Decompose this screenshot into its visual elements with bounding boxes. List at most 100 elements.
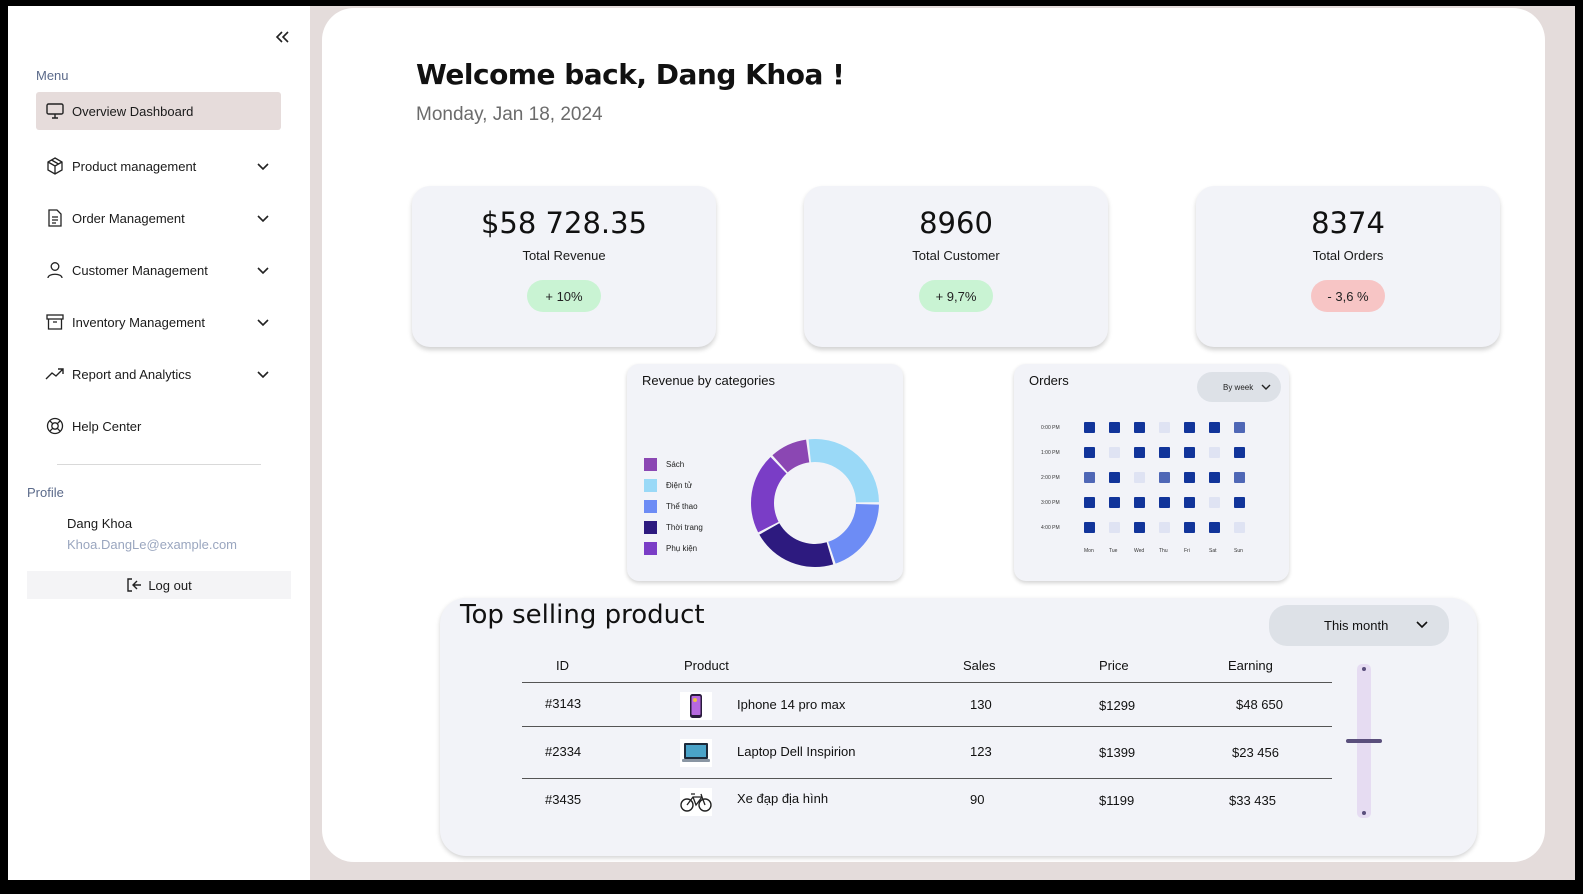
sidebar-item-help-center[interactable]: Help Center — [36, 407, 281, 445]
heatmap-cell — [1134, 497, 1145, 508]
donut-slice — [759, 523, 834, 567]
stat-label: Total Customer — [912, 248, 1000, 263]
donut-slice — [751, 456, 787, 533]
legend-label: Sách — [666, 460, 685, 469]
collapse-sidebar-button[interactable] — [270, 28, 294, 50]
logout-button[interactable]: Log out — [27, 571, 291, 599]
heatmap-cell — [1209, 522, 1220, 533]
stat-change-badge: + 9,7% — [919, 280, 993, 312]
legend-swatch — [644, 479, 657, 492]
heatmap-day-label: Wed — [1134, 548, 1145, 554]
heatmap-cell — [1159, 522, 1170, 533]
cell-price: $1199 — [1099, 793, 1135, 808]
cell-product-name: Iphone 14 pro max — [737, 697, 846, 712]
sidebar: Menu Overview Dashboard Product manageme… — [8, 6, 310, 880]
heatmap-cell — [1209, 497, 1220, 508]
cell-sales: 90 — [970, 792, 985, 807]
heatmap-cell — [1184, 522, 1195, 533]
revenue-by-categories-card: Revenue by categories Sách Điện tử Thể tha… — [627, 364, 903, 581]
stat-card-revenue: $58 728.35 Total Revenue + 10% — [412, 186, 716, 347]
sidebar-item-report-and-analytics[interactable]: Report and Analytics — [36, 355, 281, 393]
heatmap-cell — [1184, 447, 1195, 458]
heatmap-cell — [1084, 472, 1095, 483]
table-divider — [522, 726, 1332, 727]
chevron-down-icon — [257, 319, 269, 327]
chevron-down-icon — [1416, 621, 1428, 629]
heatmap-day-label: Sat — [1209, 548, 1217, 554]
document-icon — [45, 208, 65, 228]
sidebar-item-label: Report and Analytics — [72, 366, 192, 382]
column-header-id: ID — [556, 658, 569, 673]
donut-slice — [808, 439, 879, 503]
heatmap-cell — [1159, 422, 1170, 433]
cell-id: #3435 — [545, 792, 582, 807]
stat-value: $58 728.35 — [480, 206, 648, 240]
lifebuoy-icon — [45, 416, 65, 436]
period-select[interactable]: This month — [1269, 605, 1449, 646]
orders-heatmap-card: Orders By week 0:00 PM 1:00 PM 2:00 PM 3:00… — [1014, 364, 1289, 581]
heatmap-cell — [1109, 472, 1120, 483]
logout-icon — [127, 578, 142, 592]
column-header-earning: Earning — [1228, 658, 1273, 673]
heatmap-cell — [1184, 422, 1195, 433]
column-header-price: Price — [1099, 658, 1129, 673]
period-dropdown[interactable]: By week — [1197, 372, 1281, 402]
period-select-label: This month — [1324, 618, 1389, 633]
heatmap-cell — [1209, 447, 1220, 458]
cell-earning: $48 650 — [1236, 697, 1283, 712]
chart-title: Orders — [1029, 373, 1069, 388]
chevron-down-icon — [257, 163, 269, 171]
sidebar-item-customer-management[interactable]: Customer Management — [36, 251, 281, 289]
legend-item: Thể thao — [644, 500, 698, 513]
legend-swatch — [644, 542, 657, 555]
sidebar-item-inventory-management[interactable]: Inventory Management — [36, 303, 281, 341]
cell-price: $1399 — [1099, 745, 1136, 760]
stat-change-badge: + 10% — [527, 280, 601, 312]
cell-id: #2334 — [545, 744, 582, 759]
section-title: Top selling product — [460, 600, 705, 630]
cell-earning: $33 435 — [1229, 793, 1276, 808]
stat-label: Total Orders — [1312, 248, 1384, 263]
sidebar-item-label: Inventory Management — [72, 314, 205, 330]
legend-item: Thời trang — [644, 521, 703, 534]
stat-card-orders: 8374 Total Orders - 3,6 % — [1196, 186, 1500, 347]
box-icon — [45, 156, 65, 176]
chevron-down-icon — [257, 267, 269, 275]
sidebar-item-overview-dashboard[interactable]: Overview Dashboard — [36, 92, 281, 130]
legend-swatch — [644, 500, 657, 513]
legend-item: Phụ kiện — [644, 542, 697, 555]
sidebar-item-order-management[interactable]: Order Management — [36, 199, 281, 237]
heatmap-cell — [1134, 447, 1145, 458]
heatmap-cell — [1234, 447, 1245, 458]
profile-name: Dang Khoa — [67, 516, 133, 531]
cell-earning: $23 456 — [1232, 745, 1279, 760]
top-selling-products-card: Top selling product This month ID Produc… — [440, 598, 1477, 856]
legend-swatch — [644, 521, 657, 534]
legend-label: Điện tử — [666, 481, 693, 490]
cell-sales: 130 — [970, 697, 992, 712]
heatmap-cell — [1084, 522, 1095, 533]
laptop-thumbnail — [680, 739, 712, 767]
cell-sales: 123 — [970, 744, 992, 759]
stat-label: Total Revenue — [522, 248, 606, 263]
heatmap-day-label: Tue — [1109, 548, 1118, 554]
chart-title: Revenue by categories — [642, 373, 775, 388]
stat-card-customer: 8960 Total Customer + 9,7% — [804, 186, 1108, 347]
legend-label: Phụ kiện — [666, 544, 698, 553]
heatmap-cell — [1234, 522, 1245, 533]
heatmap-cell — [1234, 497, 1245, 508]
heatmap-cell — [1134, 422, 1145, 433]
sidebar-item-product-management[interactable]: Product management — [36, 147, 281, 185]
legend-item: Sách — [644, 458, 684, 471]
cell-product-name: Xe đạp địa hình — [737, 791, 829, 806]
heatmap-cell — [1234, 422, 1245, 433]
heatmap-cell — [1234, 472, 1245, 483]
profile-label: Profile — [27, 485, 64, 500]
monitor-icon — [45, 101, 65, 121]
heatmap-cell — [1109, 522, 1120, 533]
heatmap-day-label: Mon — [1084, 548, 1094, 554]
user-icon — [45, 260, 65, 280]
scrollbar-thumb[interactable] — [1346, 739, 1382, 743]
heatmap-day-label: Thu — [1159, 548, 1168, 554]
page-title: Welcome back, Dang Khoa ! — [416, 58, 845, 91]
